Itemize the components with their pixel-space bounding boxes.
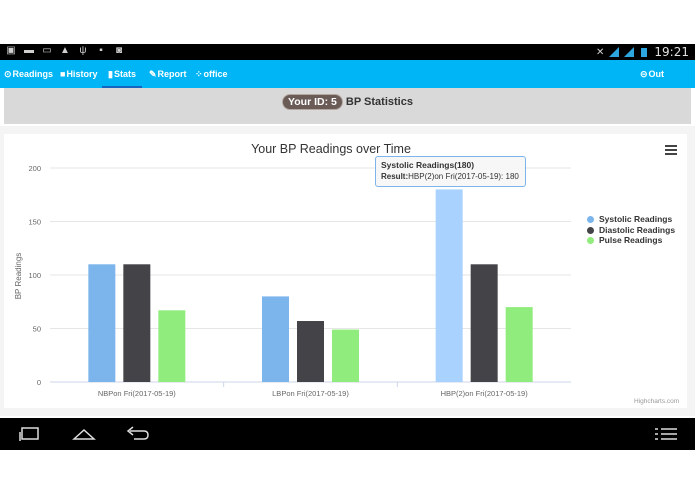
chart-legend: Systolic Readings Diastolic Readings Pul… bbox=[587, 214, 675, 246]
recent-apps-icon[interactable] bbox=[18, 424, 42, 444]
y-tick-label: 200 bbox=[28, 164, 41, 173]
legend-dot bbox=[587, 216, 594, 223]
x-tick-label: LBPon Fri(2017-05-19) bbox=[272, 389, 349, 398]
bar-diastolic-readings[interactable] bbox=[470, 264, 498, 382]
bar-pulse-readings[interactable] bbox=[332, 329, 359, 382]
legend-item-systolic[interactable]: Systolic Readings bbox=[587, 214, 675, 225]
x-tick-label: NBPon Fri(2017-05-19) bbox=[98, 389, 176, 398]
tooltip-body: Result:HBP(2)on Fri(2017-05-19): 180 bbox=[381, 172, 519, 181]
tooltip-title: Systolic Readings(180) bbox=[381, 160, 475, 170]
highcharts-credits[interactable]: Highcharts.com bbox=[634, 398, 679, 405]
bar-pulse-readings[interactable] bbox=[505, 307, 533, 382]
y-tick-label: 100 bbox=[28, 271, 41, 280]
android-nav-bar bbox=[0, 418, 695, 450]
home-icon[interactable] bbox=[71, 424, 97, 444]
chart-title: Your BP Readings over Time bbox=[251, 142, 411, 156]
bar-systolic-readings[interactable] bbox=[88, 264, 116, 382]
bar-systolic-readings[interactable] bbox=[435, 189, 463, 382]
y-tick-label: 50 bbox=[33, 325, 41, 334]
bottom-margin bbox=[0, 450, 695, 494]
back-icon[interactable] bbox=[124, 424, 150, 444]
bar-diastolic-readings[interactable] bbox=[123, 264, 151, 382]
chart-menu-button[interactable] bbox=[665, 145, 677, 155]
bar-diastolic-readings[interactable] bbox=[297, 321, 324, 382]
legend-dot bbox=[587, 226, 594, 234]
overflow-menu-icon[interactable] bbox=[653, 424, 679, 444]
bar-systolic-readings[interactable] bbox=[262, 296, 289, 382]
menu-line bbox=[665, 149, 677, 151]
y-tick-label: 150 bbox=[28, 218, 41, 227]
chart-tooltip: Systolic Readings(180) Result:HBP(2)on F… bbox=[375, 156, 526, 187]
legend-item-pulse[interactable]: Pulse Readings bbox=[587, 235, 675, 246]
legend-dot bbox=[587, 237, 594, 244]
y-axis-title: BP Readings bbox=[14, 253, 23, 300]
menu-line bbox=[665, 153, 677, 155]
menu-line bbox=[665, 145, 677, 147]
x-tick-label: HBP(2)on Fri(2017-05-19) bbox=[441, 389, 529, 398]
bar-pulse-readings[interactable] bbox=[158, 310, 186, 382]
y-tick-label: 0 bbox=[37, 378, 41, 387]
legend-item-diastolic[interactable]: Diastolic Readings bbox=[587, 225, 675, 236]
